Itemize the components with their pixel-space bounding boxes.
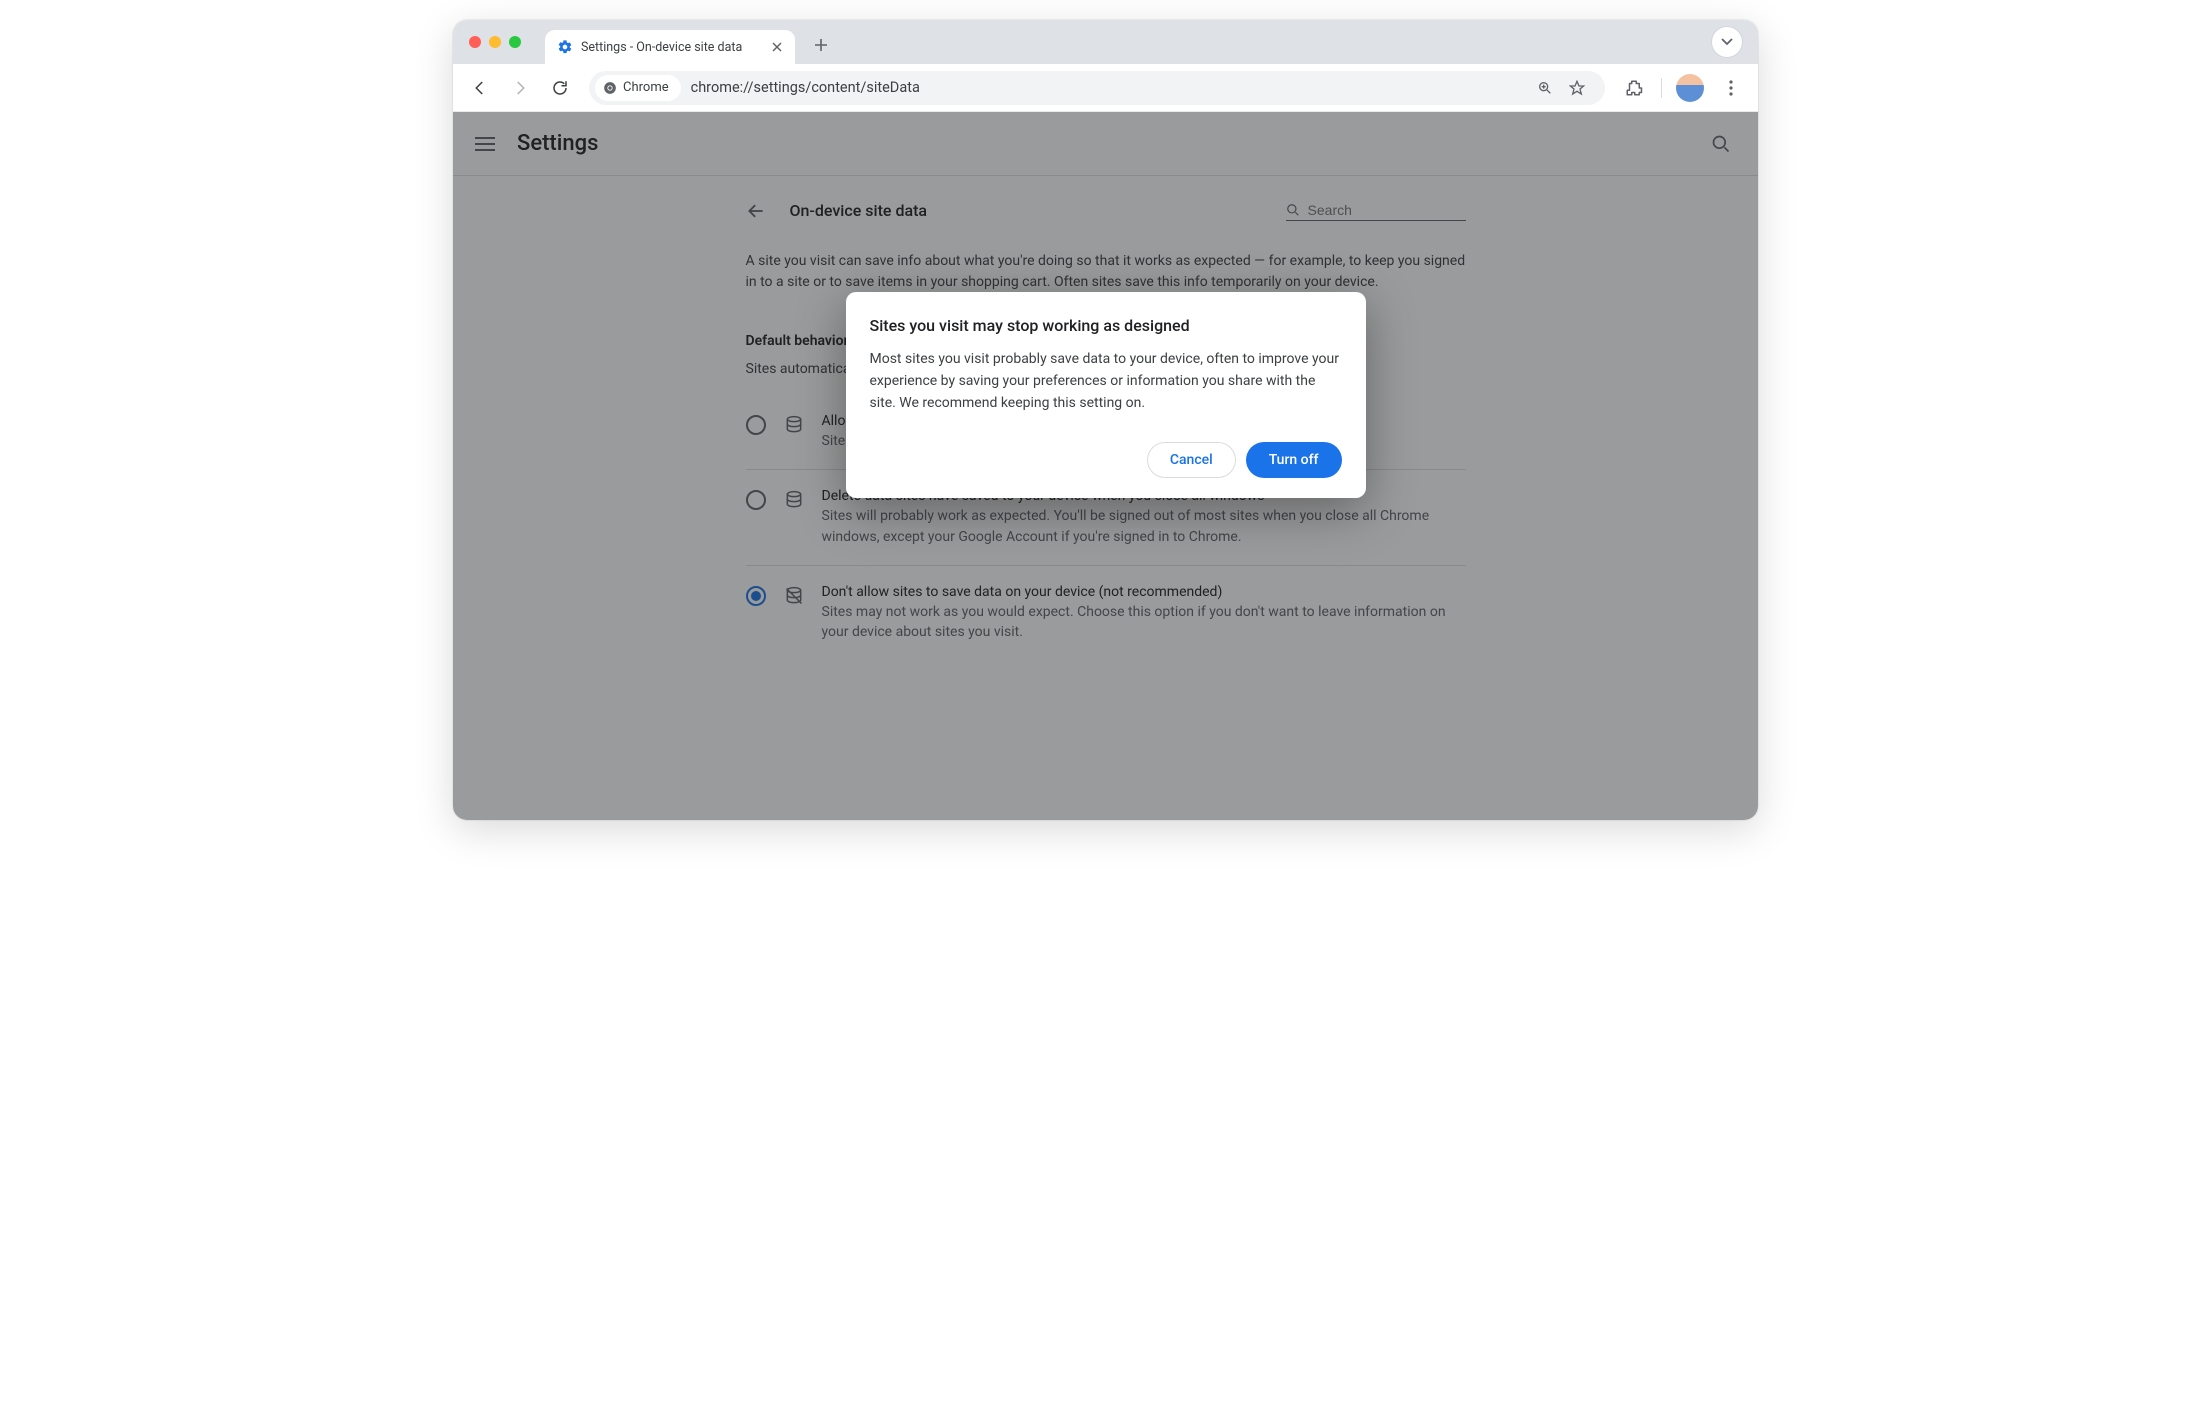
zoom-icon[interactable] [1531,74,1559,102]
back-button[interactable] [463,71,497,105]
tab-search-button[interactable] [1712,27,1742,57]
settings-gear-icon [557,39,573,55]
tab-title: Settings - On-device site data [581,40,761,55]
kebab-menu-button[interactable] [1714,71,1748,105]
address-bar[interactable]: Chrome chrome://settings/content/siteDat… [589,71,1605,105]
confirm-dialog: Sites you visit may stop working as desi… [846,292,1366,498]
extensions-button[interactable] [1617,71,1651,105]
chrome-logo-icon [603,81,617,95]
dialog-body: Most sites you visit probably save data … [870,349,1342,414]
tab-overflow [1712,27,1742,57]
profile-avatar[interactable] [1676,74,1704,102]
turn-off-button[interactable]: Turn off [1246,442,1342,478]
content-area: Settings On-device site data [453,112,1758,820]
reload-button[interactable] [543,71,577,105]
window-minimize-button[interactable] [489,36,501,48]
dialog-actions: Cancel Turn off [870,442,1342,478]
cancel-button-label: Cancel [1170,452,1213,468]
dialog-title: Sites you visit may stop working as desi… [870,316,1342,335]
window-controls [469,36,521,48]
site-chip-label: Chrome [623,80,669,95]
bookmark-star-icon[interactable] [1563,74,1591,102]
cancel-button[interactable]: Cancel [1147,442,1236,478]
browser-tab[interactable]: Settings - On-device site data [545,30,795,64]
forward-button[interactable] [503,71,537,105]
toolbar-divider [1661,78,1662,98]
tab-strip: Settings - On-device site data [453,20,1758,64]
site-chip[interactable]: Chrome [595,75,681,101]
tab-close-button[interactable] [769,39,785,55]
browser-window: Settings - On-device site data C [453,20,1758,820]
window-fullscreen-button[interactable] [509,36,521,48]
url-text: chrome://settings/content/siteData [691,79,920,96]
new-tab-button[interactable] [807,31,835,59]
window-close-button[interactable] [469,36,481,48]
turn-off-button-label: Turn off [1269,452,1319,468]
browser-toolbar: Chrome chrome://settings/content/siteDat… [453,64,1758,112]
